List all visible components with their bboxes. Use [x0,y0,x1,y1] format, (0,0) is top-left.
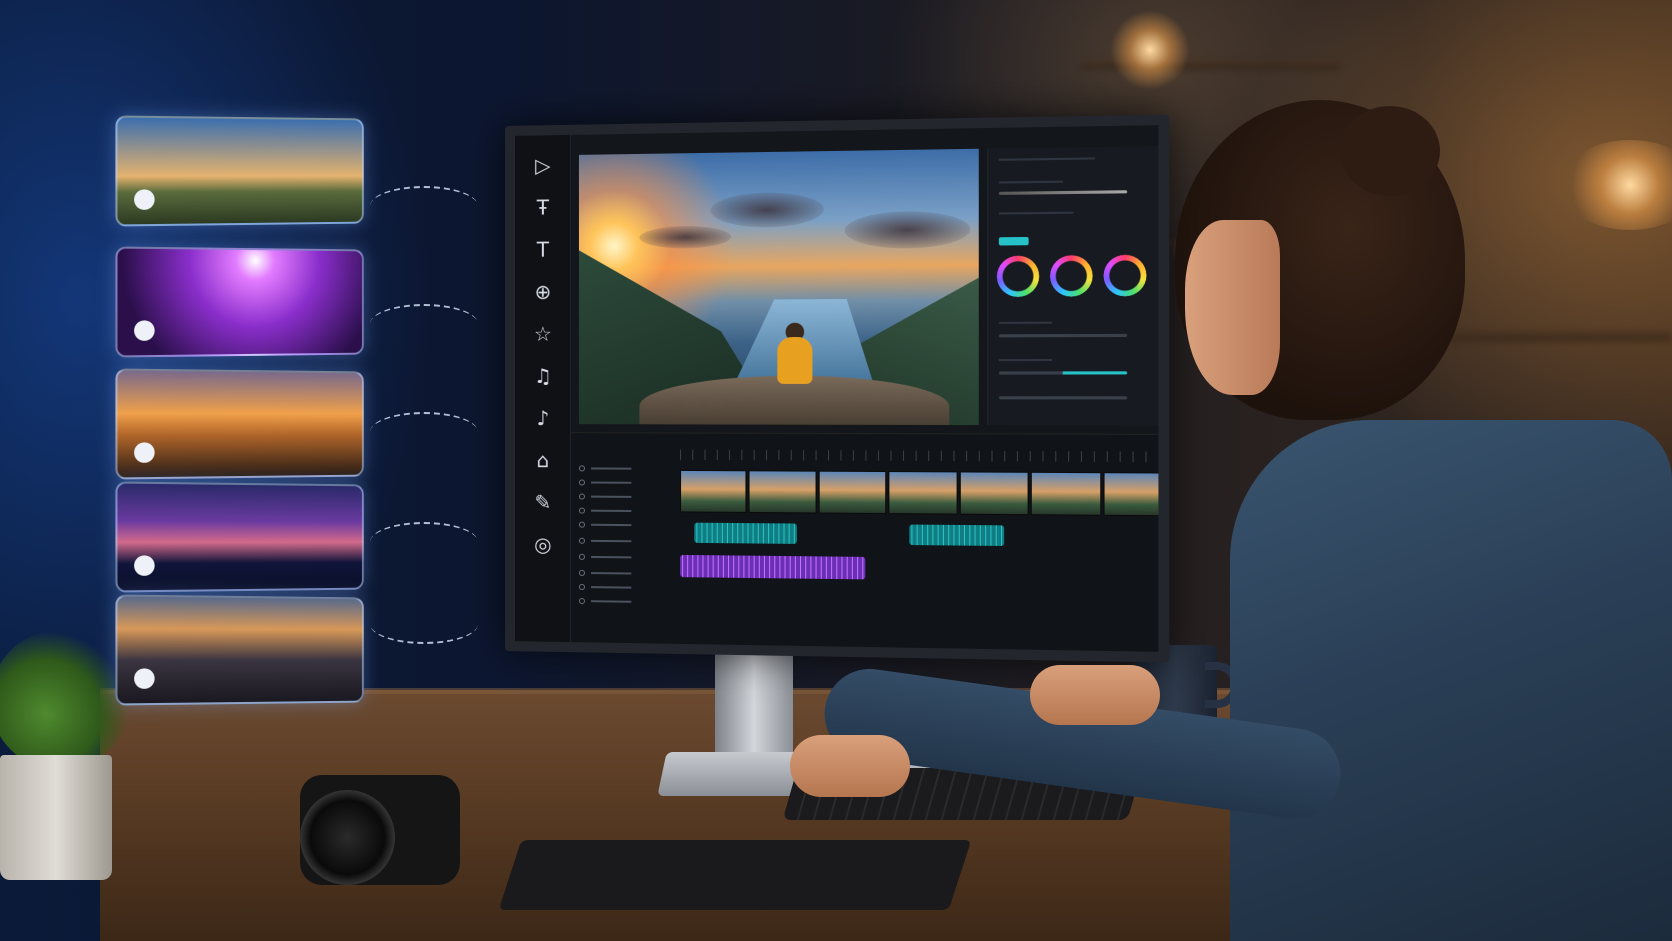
preview-cloud [710,191,824,228]
video-clip[interactable] [680,469,747,513]
color-wheel-midtones[interactable] [1049,255,1093,297]
preview-cloud [639,225,732,249]
text-box-icon[interactable]: Ŧ [527,191,559,223]
person-torso [1230,420,1672,941]
plant-pot [0,755,112,880]
record-dot-icon [134,442,155,463]
monitor: ▷ Ŧ T ⊕ ☆ ♫ ♪ ⌂ ✎ ◎ [505,114,1170,663]
dashed-connector [370,412,478,452]
panel-row [998,321,1053,324]
preview-person [777,336,813,384]
floating-thumbnail [115,594,364,706]
floating-thumbnail [115,115,364,227]
video-clip[interactable] [1102,472,1159,517]
audio-clip-purple[interactable] [680,554,866,580]
video-clip[interactable] [888,471,958,515]
video-clip[interactable] [1030,471,1101,516]
inspector-panel [987,146,1159,426]
record-dot-icon [134,189,155,210]
panel-row [998,180,1063,184]
color-wheel-highlights[interactable] [1103,254,1147,297]
star-icon[interactable]: ☆ [527,318,559,350]
track-row[interactable] [578,465,660,472]
pendant-lamp [1110,10,1190,90]
drawing-tablet [498,840,972,910]
music-note-icon[interactable]: ♪ [527,402,559,434]
media-icon[interactable]: ⊕ [527,276,559,308]
timeline [570,432,1159,652]
music-icon[interactable]: ♫ [527,360,559,392]
person-face [1185,220,1280,395]
text-icon[interactable]: T [527,233,559,265]
dashed-connector [370,186,478,226]
video-clip[interactable] [818,470,887,515]
panel-slider[interactable] [998,371,1128,375]
wall-lamp [1560,140,1672,230]
track-row[interactable] [578,583,660,591]
track-row[interactable] [578,507,660,515]
track-row[interactable] [578,553,660,561]
dashed-connector [370,522,478,562]
track-row[interactable] [578,521,660,529]
person-hair-bun [1340,106,1440,196]
floating-thumbnail [115,481,364,593]
play-icon[interactable]: ▷ [527,149,559,182]
tool-rail: ▷ Ŧ T ⊕ ☆ ♫ ♪ ⌂ ✎ ◎ [514,134,571,643]
panel-slider[interactable] [998,190,1128,195]
track-row[interactable] [578,598,660,605]
brush-icon[interactable]: ✎ [527,486,559,518]
track-row[interactable] [578,537,660,545]
panel-row [998,211,1074,215]
panel-slider[interactable] [998,333,1128,338]
panel-row [998,358,1053,362]
dashed-connector [370,604,478,644]
preview-cloud [844,210,971,249]
panel-slider[interactable] [998,396,1128,400]
floating-thumbnail [115,368,364,480]
camera-lens [300,790,395,885]
video-clip[interactable] [748,470,817,514]
audio-clip-teal[interactable] [909,524,1005,547]
floating-thumbnail [115,246,364,358]
record-dot-icon [134,555,155,576]
color-wheel-shadows[interactable] [996,255,1040,298]
person-hand-mouse [1030,665,1160,725]
video-clip[interactable] [959,471,1029,516]
background-shelf [1450,330,1672,342]
track-row[interactable] [578,493,660,501]
photo-scene: ▷ Ŧ T ⊕ ☆ ♫ ♪ ⌂ ✎ ◎ [0,0,1672,941]
record-dot-icon [134,320,155,341]
export-icon[interactable]: ◎ [527,528,559,560]
timeline-ruler[interactable] [680,449,1159,463]
audio-clip-teal[interactable] [694,522,797,544]
dashed-connector [370,304,478,344]
panel-header-bar [998,157,1095,161]
track-row[interactable] [578,569,660,577]
person-hand-keyboard [790,735,910,797]
record-dot-icon [134,668,155,689]
video-track [680,469,1159,517]
track-row[interactable] [578,479,660,486]
color-tab[interactable] [998,236,1029,246]
transition-icon[interactable]: ⌂ [527,444,559,476]
track-list [575,457,668,652]
video-preview[interactable] [578,148,979,426]
video-editor-screen: ▷ Ŧ T ⊕ ☆ ♫ ♪ ⌂ ✎ ◎ [514,125,1159,652]
